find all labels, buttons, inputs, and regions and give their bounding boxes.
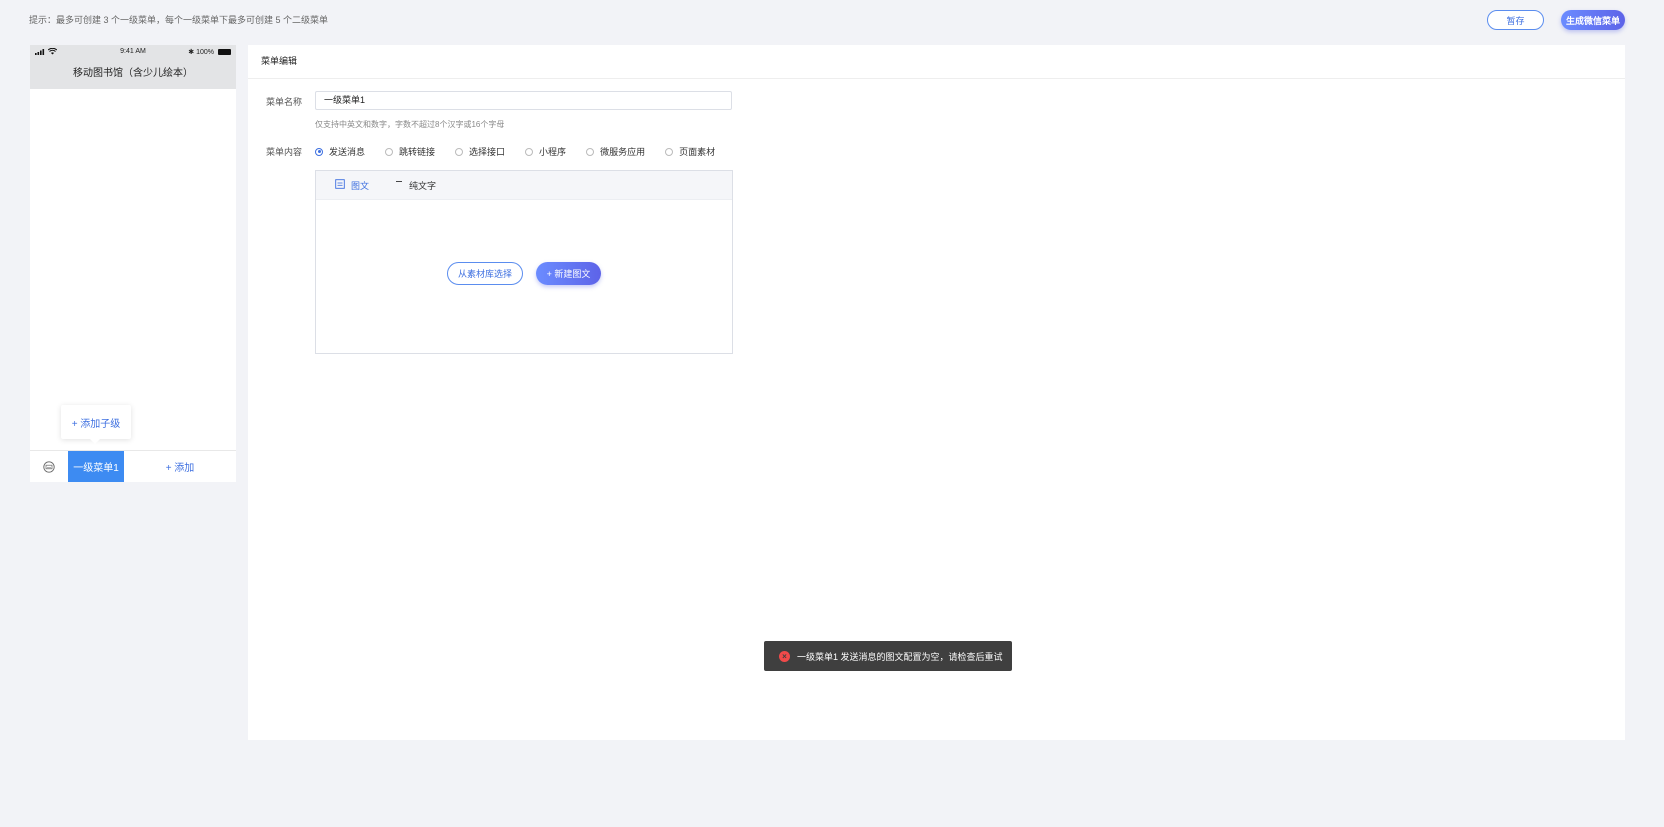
option-select-interface[interactable]: 选择接口: [455, 145, 505, 158]
select-from-library-button[interactable]: 从素材库选择: [447, 262, 523, 285]
save-draft-button[interactable]: 暂存: [1487, 10, 1544, 30]
phone-menu-bar: 一级菜单1 + 添加: [30, 450, 236, 482]
option-jump-link[interactable]: 跳转链接: [385, 145, 435, 158]
battery-icon: [218, 49, 231, 55]
keyboard-icon[interactable]: [30, 451, 68, 482]
phone-status-bar: 9:41 AM ✱ 100%: [30, 45, 236, 59]
option-page-material[interactable]: 页面素材: [665, 145, 715, 158]
option-mini-program[interactable]: 小程序: [525, 145, 566, 158]
menu-item-level1[interactable]: 一级菜单1: [68, 451, 124, 482]
text-icon: [395, 180, 403, 191]
menu-name-label: 菜单名称: [266, 97, 303, 107]
option-send-message[interactable]: 发送消息: [315, 145, 365, 158]
error-icon: ×: [779, 650, 790, 662]
menu-name-tip: 仅支持中英文和数字，字数不超过8个汉字或16个字母: [315, 120, 505, 129]
image-text-icon: [335, 178, 345, 192]
phone-account-title: 移动图书馆（含少儿绘本）: [30, 59, 236, 89]
add-submenu-button[interactable]: + 添加子级: [61, 405, 131, 444]
menu-content-options: 发送消息 跳转链接 选择接口 小程序 微服务应用 页面素材: [315, 145, 735, 158]
generate-menu-button[interactable]: 生成微信菜单: [1561, 10, 1625, 30]
phone-chat-area: [30, 89, 236, 451]
tab-plain-text[interactable]: 纯文字: [395, 179, 436, 192]
message-type-tabs: 图文 纯文字: [316, 171, 732, 200]
option-micro-service[interactable]: 微服务应用: [586, 145, 645, 158]
error-toast: × 一级菜单1 发送消息的图文配置为空，请检查后重试: [764, 641, 1012, 671]
bluetooth-icon: ✱: [188, 49, 195, 56]
editor-header: 菜单编辑: [248, 45, 1625, 79]
tab-image-text[interactable]: 图文: [335, 178, 369, 192]
battery-percent: 100%: [196, 48, 214, 56]
menu-content-label: 菜单内容: [266, 147, 303, 157]
add-menu-button[interactable]: + 添加: [124, 451, 236, 482]
message-editor: 图文 纯文字 从素材库选择 + 新建图文: [315, 170, 733, 354]
new-image-text-button[interactable]: + 新建图文: [536, 262, 601, 285]
hint-text: 提示：最多可创建 3 个一级菜单，每个一级菜单下最多可创建 5 个二级菜单: [29, 15, 329, 25]
menu-name-input[interactable]: 一级菜单1: [315, 91, 732, 110]
toast-message: 一级菜单1 发送消息的图文配置为空，请检查后重试: [797, 651, 1003, 662]
menu-editor-panel: 菜单编辑 菜单名称 一级菜单1 仅支持中英文和数字，字数不超过8个汉字或16个字…: [248, 45, 1625, 740]
